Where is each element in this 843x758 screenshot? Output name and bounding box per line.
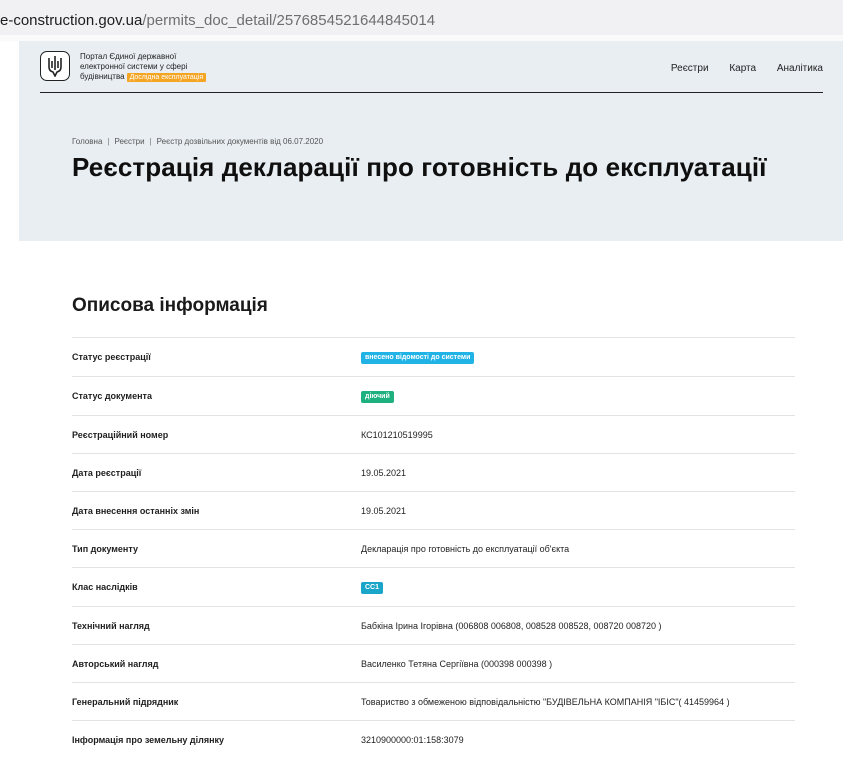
top-navigation: Портал Єдиної державної електронної сист… (40, 41, 823, 93)
table-row: Генеральний підрядник Товариство з обмеж… (72, 682, 795, 720)
table-row: Клас наслідків СС1 (72, 567, 795, 606)
row-label: Статус реєстрації (72, 352, 151, 362)
table-row: Інформація про земельну ділянку 32109000… (72, 720, 795, 758)
url-text[interactable]: e-construction.gov.ua/permits_doc_detail… (0, 12, 435, 29)
row-label: Тип документу (72, 544, 138, 554)
page-header: Портал Єдиної державної електронної сист… (19, 41, 843, 241)
table-row: Тип документу Декларація про готовність … (72, 529, 795, 567)
url-host: e-construction.gov.ua (0, 12, 143, 29)
row-label: Дата внесення останніх змін (72, 506, 200, 516)
table-row: Реєстраційний номер КС101210519995 (72, 415, 795, 453)
nav-registries[interactable]: Реєстри (671, 63, 709, 74)
brand-line-1: Портал Єдиної державної (80, 52, 177, 61)
row-label: Клас наслідків (72, 582, 138, 592)
row-label: Авторський нагляд (72, 659, 159, 669)
row-value: Декларація про готовність до експлуатаці… (361, 544, 570, 554)
trident-icon[interactable] (40, 51, 70, 81)
table-row: Технічний нагляд Бабкіна Ірина Ігорівна … (72, 606, 795, 644)
document-status-badge: діючий (361, 391, 394, 403)
brand-line-3: будівництва (80, 72, 125, 81)
row-value: 19.05.2021 (361, 468, 407, 478)
beta-badge: Дослідна експлуатація (126, 73, 207, 82)
row-label: Генеральний підрядник (72, 697, 179, 707)
brand-line-2: електронної системи у сфері (80, 62, 188, 71)
row-label: Дата реєстрації (72, 468, 142, 478)
registration-status-badge: внесено відомості до системи (361, 352, 475, 364)
nav-map[interactable]: Карта (729, 63, 756, 74)
row-value: КС101210519995 (361, 430, 433, 440)
breadcrumb-current[interactable]: Реєстр дозвільних документів від 06.07.2… (157, 137, 323, 146)
row-label: Статус документа (72, 391, 152, 401)
table-row: Статус документа діючий (72, 376, 795, 415)
info-table: Статус реєстрації внесено відомості до с… (72, 337, 795, 758)
row-label: Технічний нагляд (72, 621, 150, 631)
table-row: Дата реєстрації 19.05.2021 (72, 453, 795, 491)
row-value: 19.05.2021 (361, 506, 407, 516)
row-value: Василенко Тетяна Сергіївна (000398 00039… (361, 659, 553, 669)
portal-brand[interactable]: Портал Єдиної державної електронної сист… (80, 52, 207, 82)
page-title: Реєстрація декларації про готовність до … (72, 152, 767, 182)
table-row: Дата внесення останніх змін 19.05.2021 (72, 491, 795, 529)
breadcrumb: Головна | Реєстри | Реєстр дозвільних докуме… (72, 137, 323, 146)
nav-links: Реєстри Карта Аналітика (653, 63, 823, 74)
section-title: Описова інформація (72, 295, 268, 316)
breadcrumb-separator: | (149, 137, 152, 146)
nav-analytics[interactable]: Аналітика (777, 63, 823, 74)
row-value: Товариство з обмеженою відповідальністю … (361, 697, 730, 707)
row-label: Реєстраційний номер (72, 430, 169, 440)
browser-address-bar[interactable]: e-construction.gov.ua/permits_doc_detail… (0, 0, 843, 41)
breadcrumb-home[interactable]: Головна (72, 137, 102, 146)
url-path: /permits_doc_detail/2576854521644845014 (142, 12, 436, 29)
breadcrumb-registries[interactable]: Реєстри (114, 137, 144, 146)
table-row: Статус реєстрації внесено відомості до с… (72, 337, 795, 376)
row-label: Інформація про земельну ділянку (72, 735, 225, 745)
breadcrumb-separator: | (107, 137, 110, 146)
class-badge: СС1 (361, 582, 384, 594)
page: Портал Єдиної державної електронної сист… (19, 41, 843, 754)
row-value: 3210900000:01:158:3079 (361, 735, 464, 745)
row-value: Бабкіна Ірина Ігорівна (006808 006808, 0… (361, 621, 662, 631)
table-row: Авторський нагляд Василенко Тетяна Сергі… (72, 644, 795, 682)
